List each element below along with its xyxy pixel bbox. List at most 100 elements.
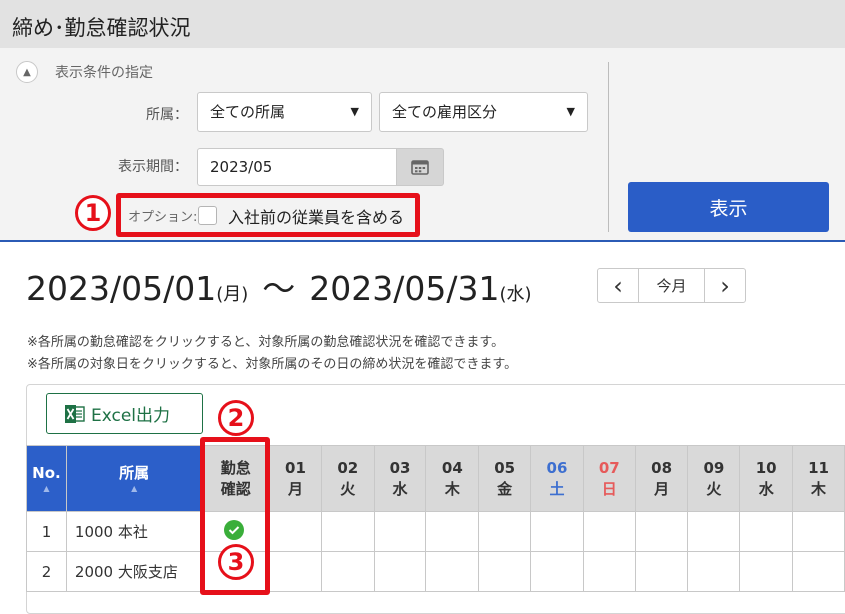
day-of-week: 月: [654, 479, 670, 498]
day-cell[interactable]: [739, 551, 794, 592]
day-number: 06: [546, 458, 568, 477]
period-end: 2023/05/31: [309, 269, 500, 308]
include-pre-hire-label[interactable]: 入社前の従業員を含める: [228, 204, 404, 228]
employment-select[interactable]: 全ての雇用区分 ▼: [379, 92, 588, 132]
day-cell[interactable]: [792, 551, 845, 592]
day-cell[interactable]: [687, 511, 741, 552]
day-of-week: 水: [392, 479, 408, 498]
period-heading: 2023/05/01(月) ～ 2023/05/31(水): [26, 262, 532, 310]
option-highlight: オプション: 入社前の従業員を含める: [116, 193, 420, 237]
day-of-week: 水: [758, 479, 774, 498]
caret-down-icon: ▼: [350, 105, 359, 118]
day-number: 01: [285, 458, 306, 477]
day-cell[interactable]: [269, 551, 322, 592]
option-label: オプション:: [128, 210, 198, 225]
excel-icon: [65, 404, 85, 423]
day-number: 11: [808, 458, 829, 477]
caret-down-icon: ▼: [566, 105, 575, 118]
vertical-divider: [608, 62, 609, 232]
filter-panel: ▲ 表示条件の指定 所属： 全ての所属 ▼ 全ての雇用区分 ▼ 表示期間： 20…: [0, 48, 845, 242]
calendar-icon: [411, 160, 429, 175]
day-cell[interactable]: [425, 511, 480, 552]
day-cell[interactable]: [530, 551, 584, 592]
status-table: No. ▲ 所属 ▲ 勤怠 確認 01 月 02 火 03 水 04 木 05 金 06 土 07…: [26, 445, 845, 592]
dept-label: 所属：: [146, 107, 188, 123]
sort-icon: ▲: [43, 484, 50, 493]
column-header-dept[interactable]: 所属 ▲: [65, 445, 203, 512]
day-cell[interactable]: [687, 551, 741, 592]
period-input[interactable]: 2023/05: [197, 148, 397, 186]
checkmark-icon: [228, 526, 240, 535]
page-title: 締め･勤怠確認状況: [12, 16, 191, 40]
chevron-left-icon: ‹: [613, 271, 623, 300]
check-circle-icon[interactable]: [224, 520, 244, 540]
chevron-up-icon[interactable]: ▲: [16, 61, 38, 83]
day-of-week: 木: [811, 479, 827, 498]
day-header: 03 水: [373, 445, 427, 512]
day-number: 09: [703, 458, 725, 477]
day-of-week: 日: [601, 479, 617, 498]
day-cell[interactable]: [634, 551, 689, 592]
day-of-week: 火: [706, 479, 722, 498]
day-cell[interactable]: [320, 551, 375, 592]
row-no: 2: [26, 551, 67, 592]
day-cell[interactable]: [425, 551, 480, 592]
note-line: ※各所属の勤怠確認をクリックすると、対象所属の勤怠確認状況を確認できます。: [27, 335, 505, 350]
day-cell[interactable]: [478, 551, 532, 592]
day-header: 01 月: [269, 445, 322, 512]
day-header: 02 火: [320, 445, 375, 512]
prev-month-button[interactable]: ‹: [597, 268, 639, 303]
day-cell[interactable]: [582, 551, 636, 592]
row-no: 1: [26, 511, 67, 552]
confirm-header-line2: 確認: [220, 479, 251, 498]
day-cell[interactable]: [792, 511, 845, 552]
dept-select[interactable]: 全ての所属 ▼: [197, 92, 372, 132]
show-button[interactable]: 表示: [628, 182, 829, 232]
day-of-week: 土: [549, 479, 565, 498]
day-of-week: 月: [287, 479, 303, 498]
day-cell[interactable]: [582, 511, 636, 552]
day-header-saturday: 06 土: [530, 445, 584, 512]
day-cell[interactable]: [478, 511, 532, 552]
column-header-no[interactable]: No. ▲: [26, 445, 67, 512]
day-header: 09 火: [687, 445, 741, 512]
calendar-button[interactable]: [397, 148, 444, 186]
day-number: 07: [598, 458, 620, 477]
include-pre-hire-checkbox[interactable]: [198, 206, 217, 225]
day-cell[interactable]: [373, 511, 427, 552]
excel-export-button[interactable]: Excel出力: [46, 393, 203, 434]
day-cell[interactable]: [634, 511, 689, 552]
sort-icon: ▲: [131, 484, 138, 493]
period-start-dow: (月): [216, 284, 249, 305]
day-number: 02: [337, 458, 359, 477]
day-of-week: 火: [340, 479, 356, 498]
day-number: 04: [441, 458, 463, 477]
day-header: 04 木: [425, 445, 480, 512]
table-header-row: No. ▲ 所属 ▲ 勤怠 確認 01 月 02 火 03 水 04 木 05 金 06 土 07…: [26, 445, 845, 512]
table-row: 1 1000 本社: [26, 511, 845, 552]
this-month-button[interactable]: 今月: [639, 268, 704, 303]
column-header-confirm: 勤怠 確認: [201, 445, 271, 512]
row-dept[interactable]: 2000 大阪支店: [65, 551, 203, 592]
day-cell[interactable]: [739, 511, 794, 552]
day-cell[interactable]: [373, 551, 427, 592]
next-month-button[interactable]: ›: [704, 268, 746, 303]
column-header-no-label: No.: [32, 464, 61, 482]
chevron-right-icon: ›: [720, 271, 730, 300]
day-cell[interactable]: [530, 511, 584, 552]
day-number: 03: [389, 458, 411, 477]
day-header-sunday: 07 日: [582, 445, 636, 512]
period-tilde: ～: [262, 269, 296, 308]
day-header: 08 月: [634, 445, 689, 512]
day-header: 05 金: [478, 445, 532, 512]
day-header: 10 水: [739, 445, 794, 512]
row-dept[interactable]: 1000 本社: [65, 511, 203, 552]
day-number: 08: [651, 458, 673, 477]
callout-3: 3: [218, 544, 254, 580]
callout-1: 1: [75, 195, 111, 231]
callout-2: 2: [218, 400, 254, 436]
period-end-dow: (水): [499, 284, 532, 305]
day-cell[interactable]: [269, 511, 322, 552]
note-line: ※各所属の対象日をクリックすると、対象所属のその日の締め状況を確認できます。: [27, 357, 518, 372]
day-cell[interactable]: [320, 511, 375, 552]
